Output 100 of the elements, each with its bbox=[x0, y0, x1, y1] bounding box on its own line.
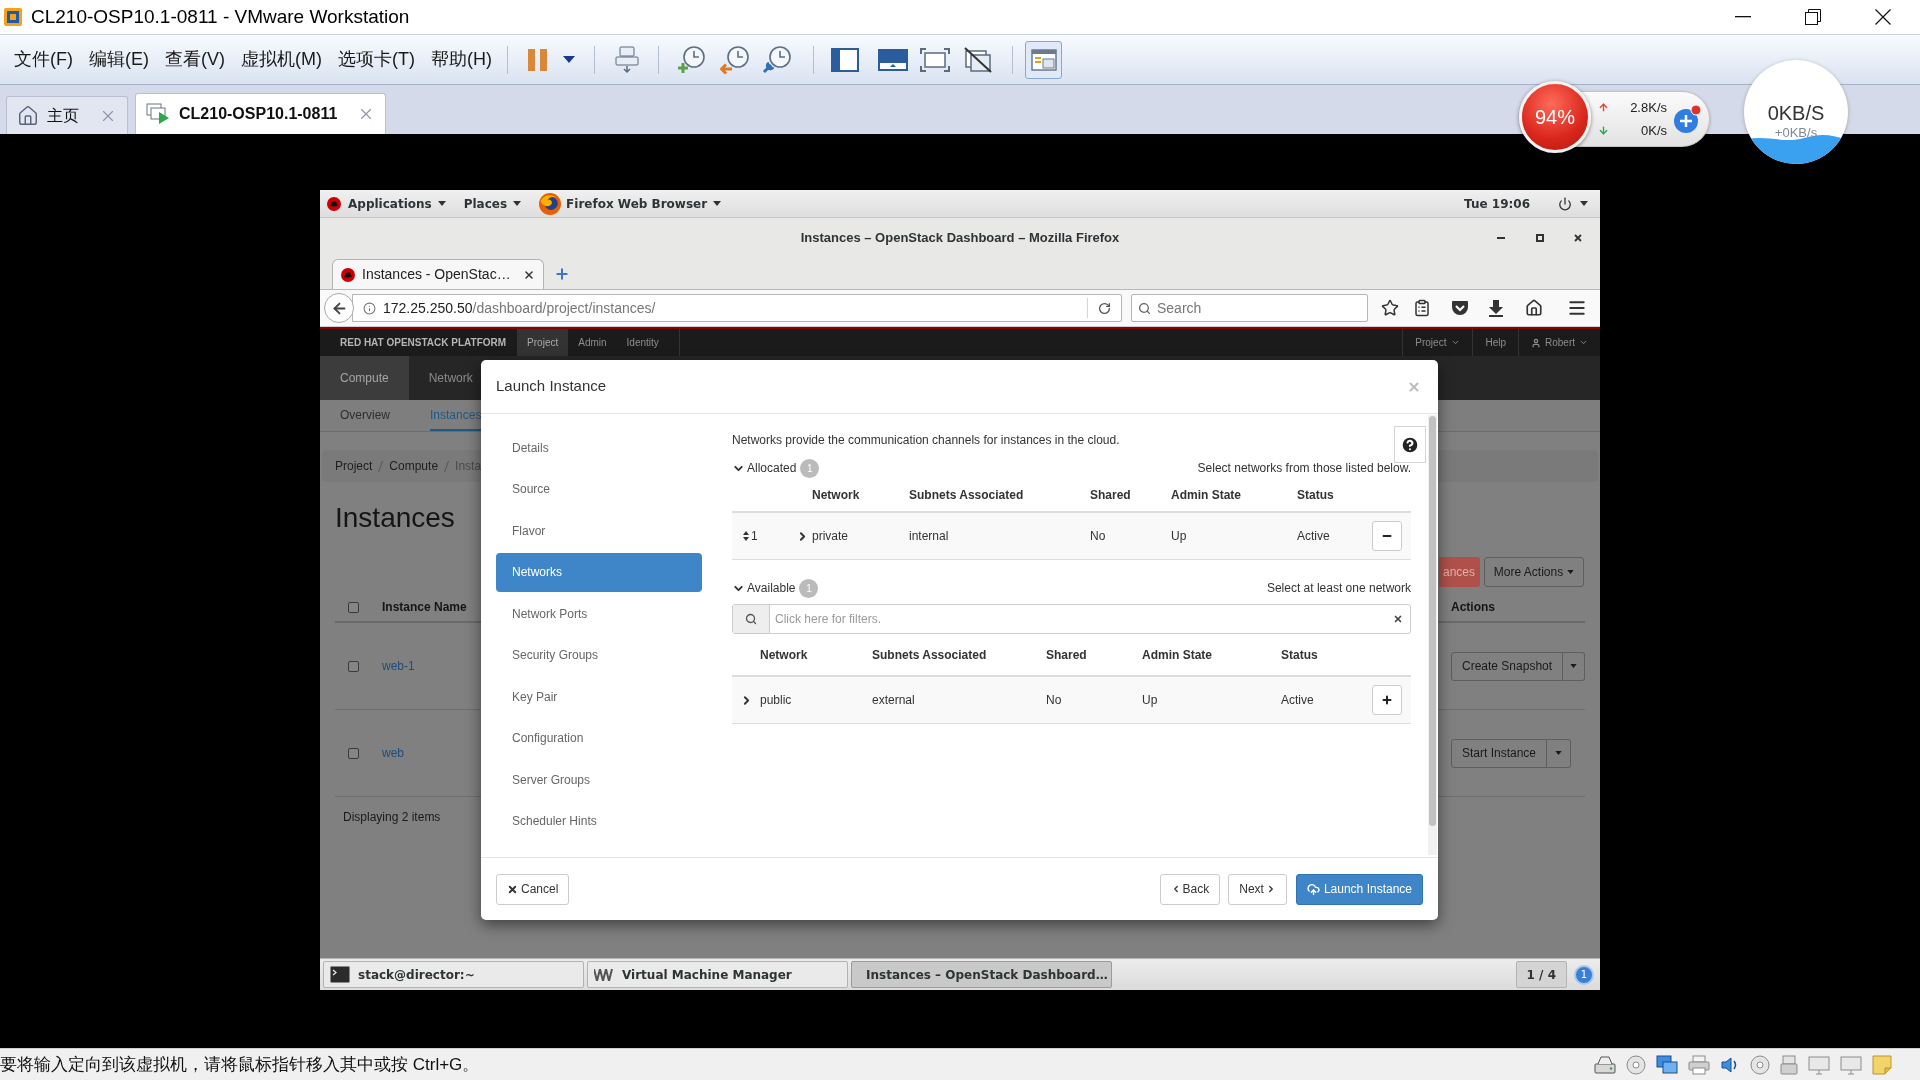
fullscreen-icon[interactable] bbox=[920, 47, 950, 72]
nav-tab[interactable]: Identity bbox=[616, 329, 669, 356]
checkbox[interactable] bbox=[348, 747, 359, 759]
view-button[interactable] bbox=[1025, 40, 1062, 79]
menu-item[interactable]: 虚拟机(M) bbox=[241, 46, 322, 73]
clear-icon[interactable] bbox=[1393, 614, 1403, 624]
crossed-window-icon[interactable] bbox=[964, 46, 992, 73]
download-icon[interactable] bbox=[1489, 299, 1503, 317]
close-icon[interactable] bbox=[1875, 9, 1891, 25]
wizard-step[interactable]: Scheduler Hints bbox=[496, 801, 702, 841]
browser-tab[interactable]: Instances - OpenStac… bbox=[332, 259, 544, 289]
next-button[interactable]: Next bbox=[1228, 873, 1287, 905]
sidebar-layout-icon[interactable] bbox=[831, 47, 859, 72]
disc-icon[interactable] bbox=[1750, 1054, 1770, 1075]
tab[interactable]: CL210-OSP10.1-0811 bbox=[135, 93, 387, 134]
section-title: Available bbox=[747, 580, 796, 597]
menu-icon[interactable] bbox=[1567, 298, 1587, 318]
new-tab-icon[interactable] bbox=[554, 266, 570, 282]
action-button[interactable]: Start Instance bbox=[1451, 738, 1548, 768]
caret-icon[interactable] bbox=[563, 56, 575, 63]
close-icon[interactable] bbox=[1574, 234, 1582, 242]
hat-icon bbox=[341, 267, 355, 282]
wizard-step[interactable]: Key Pair bbox=[496, 677, 702, 716]
back-button[interactable]: Back bbox=[1159, 873, 1221, 905]
breadcrumb-link[interactable]: Project bbox=[335, 457, 373, 475]
minimize-icon[interactable] bbox=[1735, 16, 1751, 18]
help-button[interactable] bbox=[1394, 426, 1426, 463]
menu-item[interactable]: 帮助(H) bbox=[430, 46, 492, 73]
caret-icon[interactable] bbox=[513, 201, 522, 206]
launch-instance-button[interactable]: Launch Instance bbox=[1295, 873, 1423, 905]
browser-icon[interactable] bbox=[539, 192, 562, 215]
hard-disk-icon[interactable] bbox=[1594, 1055, 1616, 1074]
close-icon[interactable] bbox=[523, 268, 535, 281]
checkbox[interactable] bbox=[348, 601, 359, 613]
wizard-step[interactable]: Networks bbox=[496, 552, 702, 592]
sort-handle-icon[interactable] bbox=[743, 531, 749, 541]
wizard-step[interactable]: Flavor bbox=[496, 511, 702, 550]
column-header: Network bbox=[760, 646, 809, 664]
home-icon[interactable] bbox=[1525, 299, 1543, 317]
menu-item[interactable]: 文件(F) bbox=[14, 46, 73, 73]
network-icon[interactable] bbox=[1656, 1054, 1678, 1075]
clock-plus-icon[interactable] bbox=[676, 44, 706, 75]
clock-magnifier-icon[interactable] bbox=[762, 44, 792, 75]
notification-badge[interactable]: 1 bbox=[1574, 964, 1594, 985]
top-bar-menu[interactable]: Applications bbox=[348, 194, 446, 213]
maximize-icon[interactable] bbox=[1536, 234, 1544, 242]
checkbox[interactable] bbox=[348, 660, 359, 672]
more-actions-button[interactable]: More Actions bbox=[1484, 557, 1584, 587]
caret-icon[interactable] bbox=[1580, 201, 1588, 206]
bookmark-star-icon[interactable] bbox=[1381, 299, 1399, 317]
window-icon[interactable] bbox=[877, 47, 909, 72]
search-field[interactable]: Search bbox=[1131, 294, 1368, 322]
taskbar-button[interactable]: Virtual Machine Manager bbox=[587, 961, 848, 988]
wizard-step[interactable]: Network Ports bbox=[496, 594, 702, 633]
column-header: Shared bbox=[1046, 646, 1088, 664]
taskbar-button[interactable]: stack@director:~ bbox=[323, 961, 584, 988]
download-icon bbox=[1598, 124, 1609, 136]
wizard-step[interactable]: Server Groups bbox=[496, 760, 702, 799]
scrollbar-thumb[interactable] bbox=[1429, 416, 1436, 826]
disc-icon[interactable] bbox=[1626, 1054, 1646, 1075]
tab[interactable]: 主页 bbox=[6, 96, 128, 134]
app-logo-icon bbox=[594, 968, 614, 981]
browser-window-title: Instances – OpenStack Dashboard – Mozilla Firefox bbox=[799, 229, 1121, 248]
caret-icon[interactable] bbox=[713, 201, 722, 206]
nav-tab[interactable]: Project bbox=[517, 329, 569, 356]
menu-item[interactable]: 查看(V) bbox=[165, 46, 225, 73]
pocket-icon[interactable] bbox=[1451, 300, 1469, 316]
column-header: Network bbox=[812, 486, 861, 504]
action-button[interactable]: Create Snapshot bbox=[1451, 651, 1564, 681]
top-bar-menu[interactable]: Places bbox=[463, 194, 522, 213]
cancel-button[interactable]: Cancel bbox=[496, 873, 570, 905]
column-header: Subnets Associated bbox=[909, 486, 1025, 504]
restore-icon[interactable] bbox=[1805, 9, 1821, 25]
info-icon[interactable] bbox=[363, 301, 376, 315]
wizard-step[interactable]: Source bbox=[496, 469, 702, 509]
breadcrumb-link[interactable]: Compute bbox=[389, 457, 439, 475]
workspace-indicator[interactable]: 1 / 4 bbox=[1515, 961, 1567, 988]
section-title: Allocated bbox=[747, 460, 797, 477]
menu-item[interactable]: 选项卡(T) bbox=[337, 46, 415, 73]
back-button[interactable] bbox=[324, 293, 354, 323]
panel-tab[interactable]: Compute bbox=[320, 356, 409, 400]
clock-arrow-icon[interactable] bbox=[720, 44, 750, 75]
plus-icon[interactable] bbox=[1673, 104, 1703, 134]
table-cell-text: Up bbox=[1171, 528, 1188, 545]
taskbar-button[interactable]: Instances – OpenStack Dashboard… bbox=[851, 961, 1112, 988]
subnav-tab[interactable]: Overview bbox=[340, 400, 390, 431]
top-bar-menu[interactable]: Firefox Web Browser bbox=[566, 194, 722, 213]
nav-tab[interactable]: Admin bbox=[568, 329, 617, 356]
add-button[interactable] bbox=[1372, 685, 1402, 715]
computer-icon[interactable] bbox=[614, 45, 640, 74]
menu-item[interactable]: 编辑(E) bbox=[89, 46, 149, 73]
wizard-step[interactable]: Configuration bbox=[496, 718, 702, 758]
clipboard-icon[interactable] bbox=[1413, 299, 1431, 317]
wizard-step[interactable]: Details bbox=[496, 428, 702, 467]
download-speed: 0K/s bbox=[1640, 121, 1667, 140]
power-icon[interactable] bbox=[1558, 196, 1572, 211]
url-field[interactable]: 172.25.250.50/dashboard/project/instances/ bbox=[352, 294, 1122, 322]
reload-icon[interactable] bbox=[1098, 301, 1111, 315]
wizard-step[interactable]: Security Groups bbox=[496, 635, 702, 675]
caret-icon[interactable] bbox=[437, 201, 446, 206]
